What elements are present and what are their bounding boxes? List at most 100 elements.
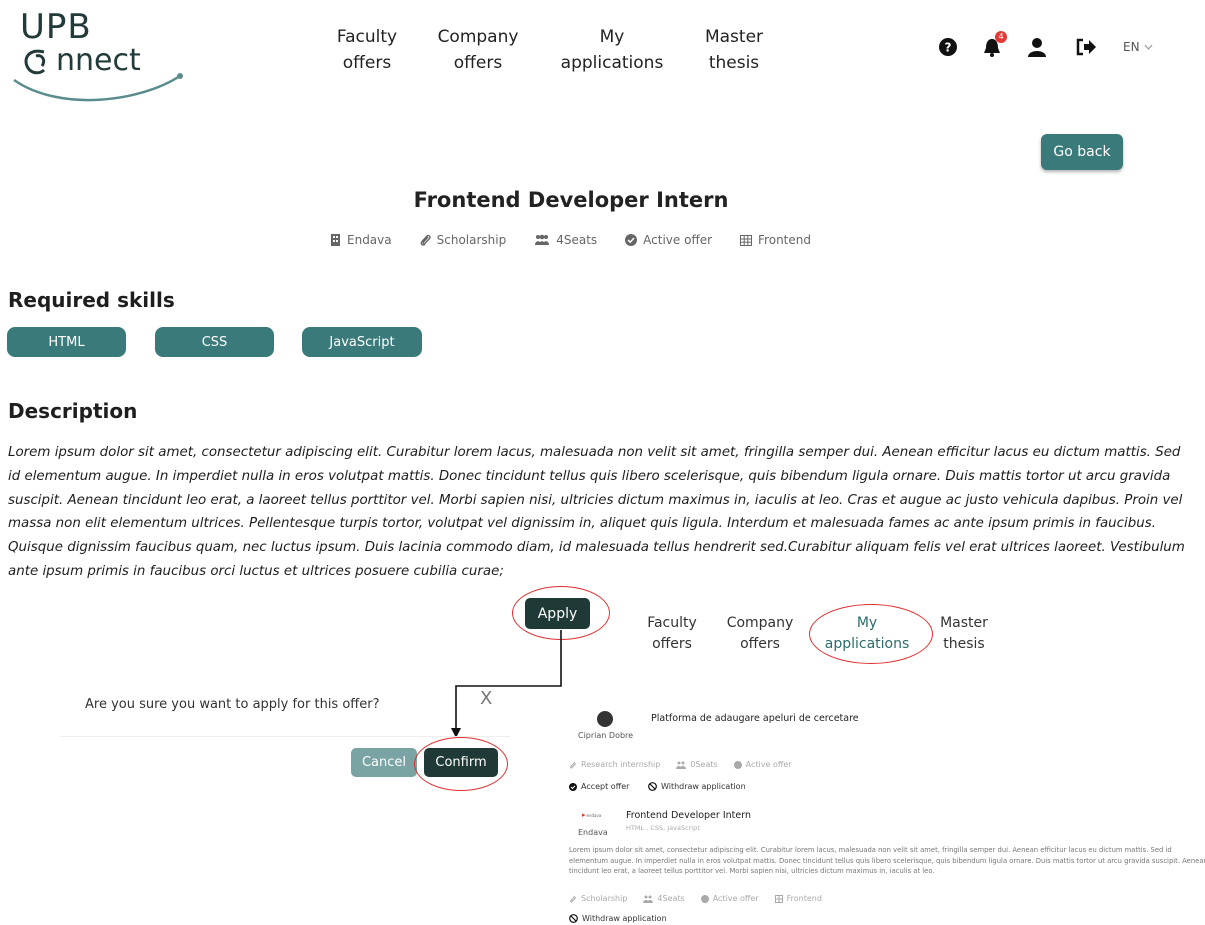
application-title[interactable]: Frontend Developer Intern: [626, 810, 751, 821]
logout-icon[interactable]: [1075, 38, 1097, 56]
nav2-label: My: [856, 615, 878, 631]
application-tags: Research internship 0Seats Active offer: [569, 760, 792, 769]
notification-badge: 4: [995, 31, 1007, 43]
logo-upb: UPB: [20, 7, 92, 47]
meta-type: Scholarship: [420, 230, 507, 250]
nav-label: offers: [453, 53, 503, 73]
meta-status: Active offer: [625, 230, 712, 250]
check-circle-icon: [733, 760, 742, 769]
nav2-label: Faculty: [647, 615, 697, 631]
offer-meta: Endava Scholarship 4Seats Active offer F…: [330, 230, 811, 250]
users-icon: [676, 761, 687, 769]
action-label: Accept offer: [581, 782, 630, 791]
meta-category: Frontend: [740, 230, 811, 250]
nav2-label: Master: [940, 615, 988, 631]
description-heading: Description: [8, 399, 138, 423]
application-tags: Scholarship 4Seats Active offer Frontend: [569, 894, 822, 903]
confirm-button[interactable]: Confirm: [424, 748, 498, 777]
meta-status-text: Active offer: [643, 233, 713, 247]
paperclip-icon: [570, 895, 577, 902]
application-owner: Endava: [578, 828, 608, 837]
tag-text: Active offer: [745, 760, 792, 769]
user-icon[interactable]: [1027, 37, 1047, 57]
cancel-button[interactable]: Cancel: [351, 748, 417, 777]
nav-label: offers: [342, 53, 392, 73]
table-icon: [740, 234, 753, 246]
tag-text: 0Seats: [690, 760, 718, 769]
check-circle-icon: [569, 782, 577, 791]
application-owner: Ciprian Dobre: [578, 731, 634, 740]
tag-type: Scholarship: [569, 894, 627, 903]
nav-label: thesis: [708, 53, 760, 73]
nav-label: applications: [560, 53, 664, 73]
meta-category-text: Frontend: [758, 233, 811, 247]
nav-company-offers[interactable]: Company offers: [432, 24, 524, 76]
nav-label: Faculty: [336, 27, 398, 47]
meta-company-text: Endava: [347, 233, 392, 247]
tag-text: Research internship: [581, 760, 661, 769]
nav2-label: offers: [740, 636, 780, 652]
apply-button[interactable]: Apply: [525, 598, 590, 629]
tag-status: Active offer: [700, 894, 759, 903]
company-logo-mark: ▸: [582, 811, 586, 819]
paperclip-icon: [420, 234, 431, 246]
nav-label: My: [599, 27, 625, 47]
tag-text: 4Seats: [657, 894, 685, 903]
check-circle-icon: [700, 894, 709, 903]
nav2-label: thesis: [943, 636, 985, 652]
meta-seats-text: 4Seats: [556, 233, 598, 247]
tag-type: Research internship: [569, 760, 660, 769]
svg-text:?: ?: [945, 41, 952, 55]
paperclip-icon: [570, 761, 577, 768]
skill-chip: JavaScript: [302, 327, 422, 357]
help-icon[interactable]: ?: [939, 38, 957, 56]
tag-category: Frontend: [774, 894, 822, 903]
nav2-faculty-offers[interactable]: Faculty offers: [640, 613, 704, 655]
confirm-dialog-text: Are you sure you want to apply for this …: [85, 697, 380, 712]
users-icon: [535, 234, 550, 245]
nav2-label: offers: [652, 636, 692, 652]
nav2-label: applications: [824, 636, 910, 652]
owner-avatar: [597, 711, 613, 727]
skill-chip: CSS: [155, 327, 274, 357]
withdraw-application-button[interactable]: Withdraw application: [569, 914, 667, 923]
nav2-label: Company: [726, 615, 794, 631]
application-title[interactable]: Platforma de adaugare apeluri de cerceta…: [651, 713, 859, 724]
nav-master-thesis[interactable]: Master thesis: [698, 24, 770, 76]
ban-icon: [648, 782, 657, 791]
logo-swoosh: [13, 73, 183, 102]
flow-arrow: [451, 630, 562, 738]
application-skills: HTML , CSS, JavaScript: [626, 824, 700, 832]
dialog-divider: [60, 736, 510, 737]
action-label: Withdraw application: [582, 914, 667, 923]
meta-seats: 4Seats: [534, 230, 597, 250]
accept-offer-button[interactable]: Accept offer: [569, 782, 629, 791]
application-description: Lorem ipsum dolor sit amet, consectetur …: [569, 846, 1205, 875]
building-icon: [331, 234, 340, 246]
withdraw-application-button[interactable]: Withdraw application: [648, 782, 746, 791]
nav-my-applications[interactable]: My applications: [555, 24, 669, 76]
meta-type-text: Scholarship: [436, 233, 507, 247]
language-label: EN: [1123, 40, 1140, 54]
close-icon[interactable]: X: [480, 688, 492, 709]
users-icon: [643, 895, 654, 903]
go-back-button[interactable]: Go back: [1041, 134, 1123, 170]
required-skills-heading: Required skills: [8, 288, 175, 312]
tag-text: Scholarship: [581, 894, 628, 903]
nav2-my-applications[interactable]: My applications: [818, 613, 916, 655]
skill-chip: HTML: [7, 327, 126, 357]
description-text: Lorem ipsum dolor sit amet, consectetur …: [8, 445, 1185, 579]
tag-text: Active offer: [712, 894, 759, 903]
company-logo: ▸ endava: [582, 812, 601, 819]
tag-text: Frontend: [786, 894, 822, 903]
nav-label: Master: [704, 27, 764, 47]
offer-title: Frontend Developer Intern: [413, 188, 729, 212]
company-logo-text: endava: [586, 813, 602, 818]
chevron-down-icon: [1144, 44, 1153, 50]
meta-company: Endava: [330, 230, 392, 250]
nav2-master-thesis[interactable]: Master thesis: [932, 613, 996, 655]
nav2-company-offers[interactable]: Company offers: [722, 613, 798, 655]
tag-seats: 0Seats: [676, 760, 718, 769]
language-selector[interactable]: EN: [1123, 40, 1153, 54]
nav-faculty-offers[interactable]: Faculty offers: [328, 24, 406, 76]
